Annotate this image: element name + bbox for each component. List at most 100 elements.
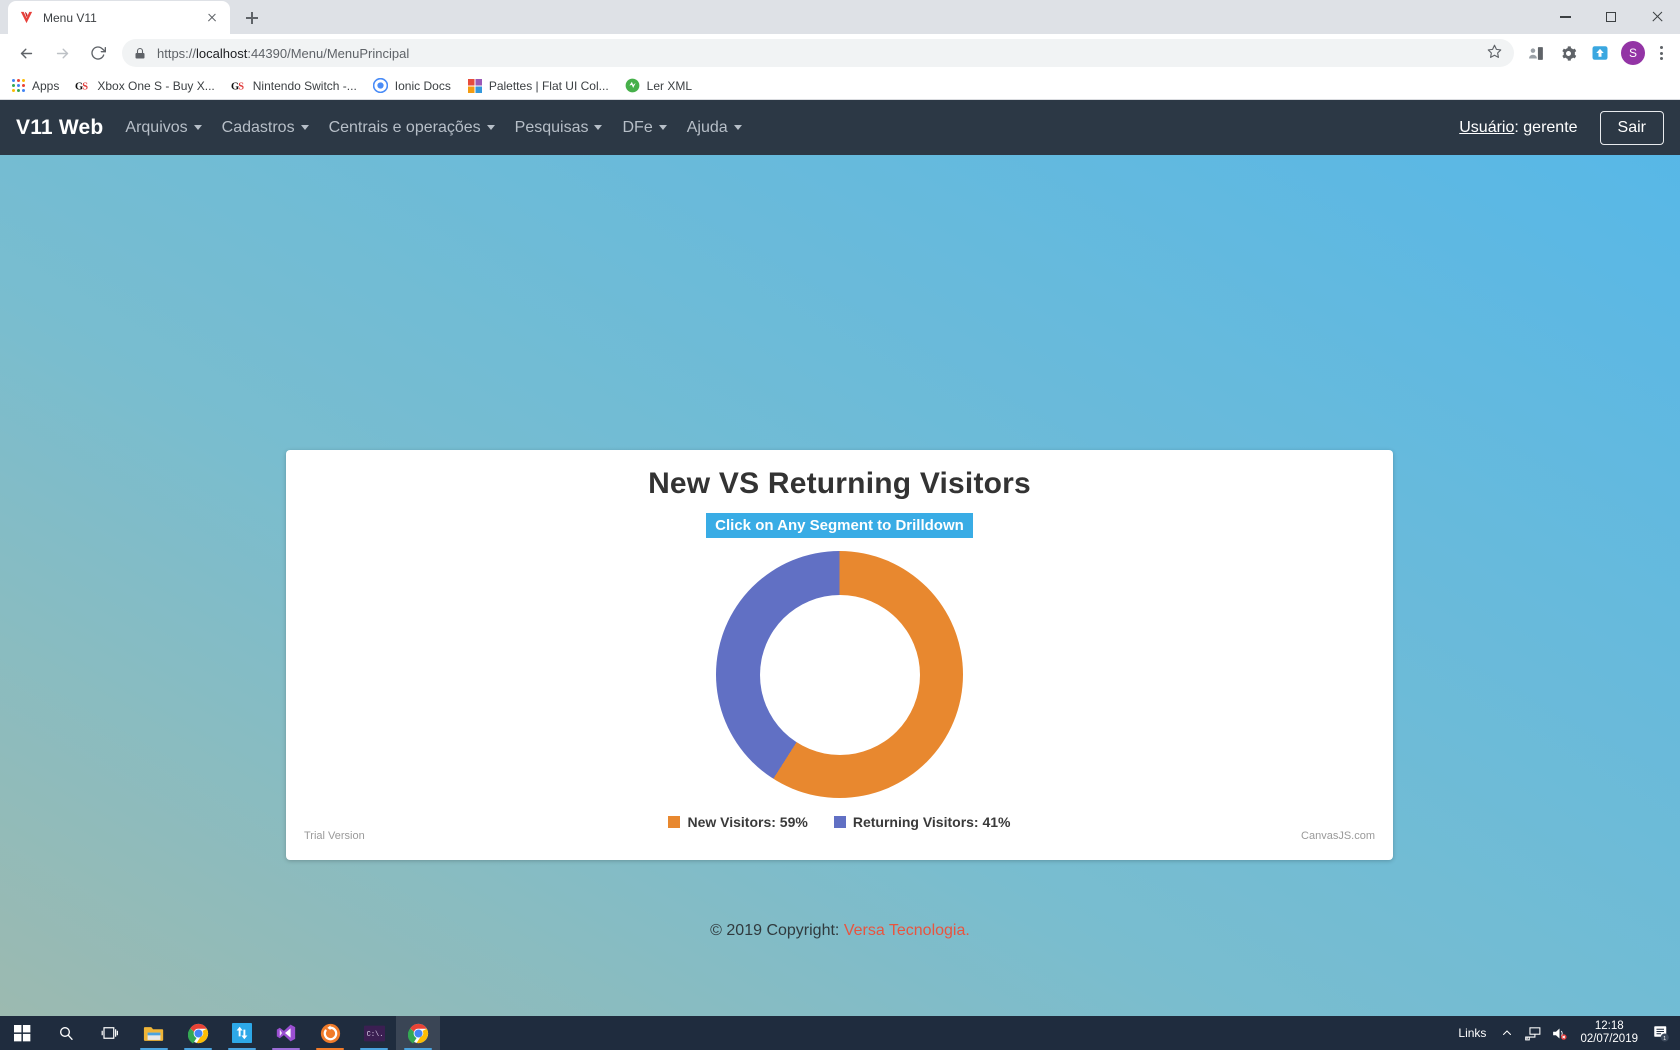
bookmarks-bar: Apps GS Xbox One S - Buy X... GS Nintend… xyxy=(0,72,1680,100)
system-tray: Links 12:18 02/07/2019 1 xyxy=(1450,1016,1680,1050)
canvasjs-credit[interactable]: CanvasJS.com xyxy=(1301,830,1375,842)
bookmark-ler-xml[interactable]: Ler XML xyxy=(625,78,692,94)
chevron-down-icon xyxy=(594,125,603,130)
chevron-up-icon[interactable] xyxy=(1494,1016,1520,1050)
network-icon[interactable] xyxy=(1520,1016,1546,1050)
bookmark-label: Ionic Docs xyxy=(394,78,451,93)
browser-toolbar: https://localhost:44390/Menu/MenuPrincip… xyxy=(0,34,1680,72)
terminal[interactable]: C:\. xyxy=(352,1016,396,1050)
save-to-drive-icon[interactable] xyxy=(1587,40,1613,66)
web-page-content: V11 Web Arquivos Cadastros Centrais e op… xyxy=(0,100,1680,1016)
nav-label: Cadastros xyxy=(221,118,295,136)
bookmark-nintendo[interactable]: GS Nintendo Switch -... xyxy=(231,78,357,94)
doughnut-chart[interactable] xyxy=(716,551,963,798)
footer-company-link[interactable]: Versa Tecnologia. xyxy=(844,922,970,939)
window-minimize-icon[interactable] xyxy=(1542,0,1588,34)
palette-icon xyxy=(467,78,483,94)
user-label: Usuário xyxy=(1459,118,1515,136)
svg-text:C:\.: C:\. xyxy=(366,1031,383,1039)
tab-strip: Menu V11 xyxy=(0,0,1680,34)
legend-swatch xyxy=(833,816,846,828)
doughnut-hole xyxy=(759,594,920,755)
chart-title: New VS Returning Visitors xyxy=(648,467,1031,500)
nav-item-centrais-e-operacoes[interactable]: Centrais e operações xyxy=(329,119,495,137)
start-button[interactable] xyxy=(0,1016,44,1050)
back-arrow-icon[interactable] xyxy=(12,39,40,67)
clock-time: 12:18 xyxy=(1594,1020,1624,1032)
nav-item-pesquisas[interactable]: Pesquisas xyxy=(515,119,603,137)
tray-links-label[interactable]: Links xyxy=(1458,1026,1486,1040)
chrome-window-1[interactable] xyxy=(176,1016,220,1050)
tab-close-icon[interactable] xyxy=(204,10,220,26)
window-close-icon[interactable] xyxy=(1634,0,1680,34)
legend-item-returning-visitors[interactable]: Returning Visitors: 41% xyxy=(833,814,1011,830)
bookmark-label: Apps xyxy=(32,78,60,93)
taskbar-clock[interactable]: 12:18 02/07/2019 xyxy=(1572,1020,1646,1046)
gear-extension-icon[interactable] xyxy=(1555,40,1581,66)
user-separator: : xyxy=(1514,118,1524,136)
browser-window: Menu V11 https://localhost:44390/Menu/Me… xyxy=(0,0,1680,1016)
bookmark-xbox[interactable]: GS Xbox One S - Buy X... xyxy=(75,78,214,94)
filezilla[interactable] xyxy=(220,1016,264,1050)
bookmark-label: Ler XML xyxy=(646,78,693,93)
address-bar-url: https://localhost:44390/Menu/MenuPrincip… xyxy=(157,46,1487,61)
profile-card-icon[interactable] xyxy=(1523,40,1549,66)
user-name: gerente xyxy=(1523,118,1578,136)
search-icon[interactable] xyxy=(44,1016,88,1050)
legend-label: Returning Visitors: 41% xyxy=(852,814,1011,830)
gs-icon: GS xyxy=(231,78,247,94)
address-bar[interactable]: https://localhost:44390/Menu/MenuPrincip… xyxy=(122,39,1514,67)
nav-item-dfe[interactable]: DFe xyxy=(622,118,667,137)
forward-arrow-icon[interactable] xyxy=(48,39,76,67)
bookmark-label: Palettes | Flat UI Col... xyxy=(488,78,609,93)
footer-copyright-text: © 2019 Copyright: xyxy=(710,922,844,939)
ionic-icon xyxy=(373,78,389,94)
svg-text:1: 1 xyxy=(1663,1036,1666,1042)
versa-logo-icon xyxy=(18,10,34,26)
nav-label: DFe xyxy=(622,118,653,136)
bookmark-palettes[interactable]: Palettes | Flat UI Col... xyxy=(467,78,609,94)
new-tab-button[interactable] xyxy=(238,4,266,32)
gs-icon: GS xyxy=(75,78,91,94)
windows-taskbar: C:\. Links 12:18 02/07/2019 1 xyxy=(0,1016,1680,1050)
nav-label: Pesquisas xyxy=(514,118,589,136)
green-shield-icon xyxy=(625,78,641,94)
action-center-icon[interactable]: 1 xyxy=(1646,1016,1676,1050)
nav-item-cadastros[interactable]: Cadastros xyxy=(222,119,309,137)
legend-item-new-visitors[interactable]: New Visitors: 59% xyxy=(668,814,808,830)
chevron-down-icon xyxy=(733,125,742,130)
profile-avatar[interactable]: S xyxy=(1621,41,1645,65)
chevron-down-icon xyxy=(486,125,495,130)
reload-icon[interactable] xyxy=(84,39,112,67)
nav-item-arquivos[interactable]: Arquivos xyxy=(125,119,202,137)
browser-tab[interactable]: Menu V11 xyxy=(8,1,230,34)
bookmark-label: Nintendo Switch -... xyxy=(252,78,357,93)
chrome-window-2[interactable] xyxy=(396,1016,440,1050)
three-dot-menu-icon[interactable] xyxy=(1650,46,1672,60)
lock-icon xyxy=(134,47,147,60)
apps-grid-icon xyxy=(10,78,26,94)
url-scheme: https:// xyxy=(157,45,197,61)
file-explorer[interactable] xyxy=(132,1016,176,1050)
app-brand[interactable]: V11 Web xyxy=(16,116,103,140)
chart-subtitle[interactable]: Click on Any Segment to Drilldown xyxy=(706,513,973,538)
nav-label: Ajuda xyxy=(686,118,728,136)
window-maximize-icon[interactable] xyxy=(1588,0,1634,34)
svg-text:S: S xyxy=(83,81,89,92)
task-view-icon[interactable] xyxy=(88,1016,132,1050)
bookmark-star-icon[interactable] xyxy=(1487,44,1502,63)
chart-legend: New Visitors: 59% Returning Visitors: 41… xyxy=(286,814,1393,830)
chevron-down-icon xyxy=(658,125,667,130)
sync-app[interactable] xyxy=(308,1016,352,1050)
nav-item-ajuda[interactable]: Ajuda xyxy=(687,119,742,137)
bookmark-ionic[interactable]: Ionic Docs xyxy=(373,78,451,94)
legend-swatch xyxy=(668,816,681,828)
bookmark-apps[interactable]: Apps xyxy=(10,78,59,94)
chevron-down-icon xyxy=(193,125,202,130)
url-path: :44390/Menu/MenuPrincipal xyxy=(247,45,410,61)
bookmark-label: Xbox One S - Buy X... xyxy=(97,78,215,93)
volume-muted-icon[interactable] xyxy=(1546,1016,1572,1050)
visual-studio[interactable] xyxy=(264,1016,308,1050)
clock-date: 02/07/2019 xyxy=(1580,1033,1638,1045)
logout-button[interactable]: Sair xyxy=(1599,110,1664,145)
